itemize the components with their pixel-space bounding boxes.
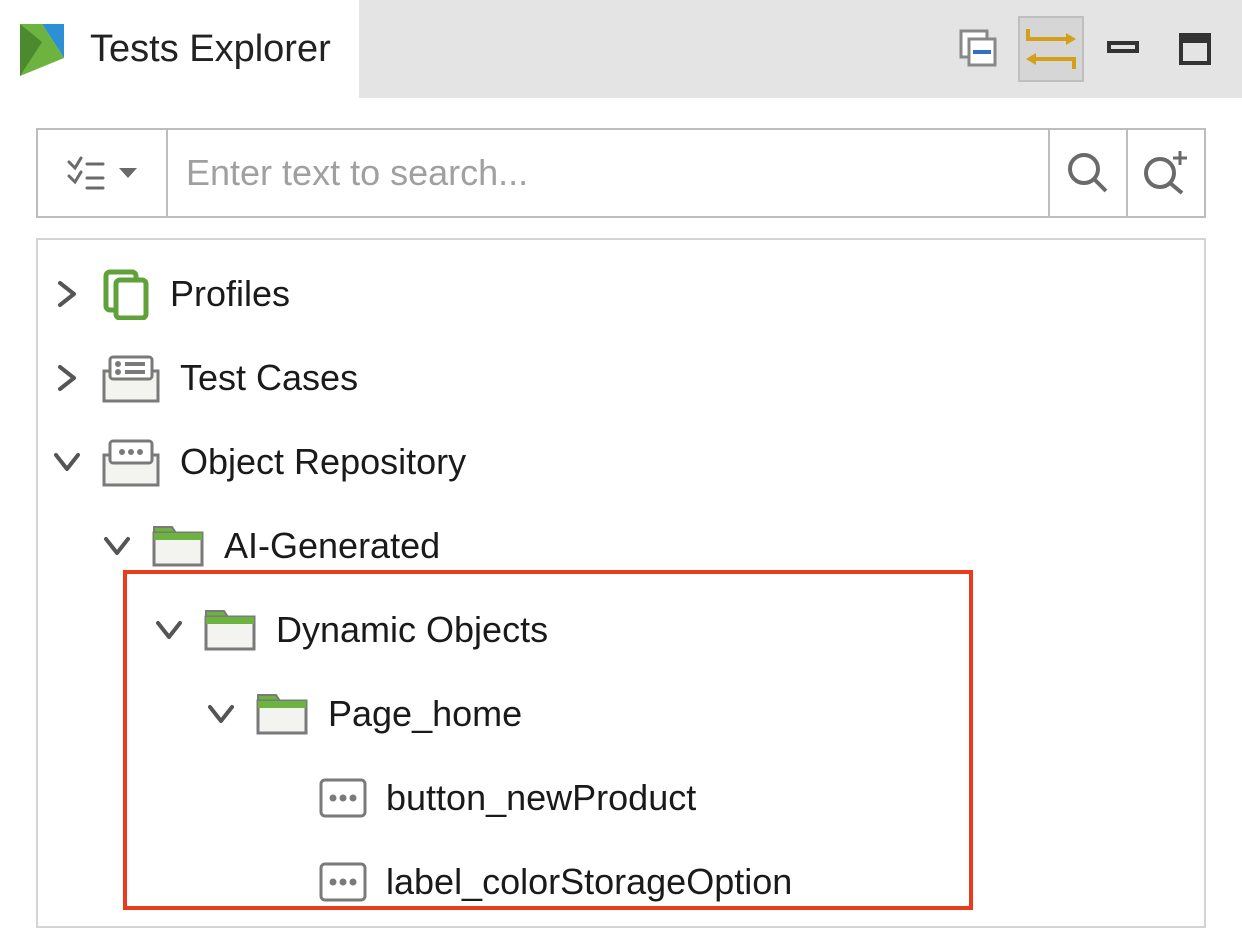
object-icon bbox=[318, 861, 368, 903]
tree-item-label: Test Cases bbox=[180, 357, 358, 399]
tree-item-object-label-colorstorage[interactable]: label_colorStorageOption bbox=[38, 840, 1204, 924]
object-repository-icon bbox=[100, 435, 162, 489]
tree-view: Profiles Test Cases bbox=[36, 238, 1206, 928]
collapse-all-button[interactable] bbox=[946, 16, 1012, 82]
minimize-button[interactable] bbox=[1090, 16, 1156, 82]
tree-item-label: AI-Generated bbox=[224, 525, 440, 567]
folder-icon bbox=[202, 607, 258, 653]
tree-item-page-home[interactable]: Page_home bbox=[38, 672, 1204, 756]
search-bar bbox=[36, 128, 1206, 218]
tree-item-test-cases[interactable]: Test Cases bbox=[38, 336, 1204, 420]
folder-icon bbox=[254, 691, 310, 737]
panel-title: Tests Explorer bbox=[90, 28, 331, 71]
profiles-icon bbox=[100, 268, 152, 320]
chevron-right-icon[interactable] bbox=[52, 279, 82, 309]
panel-tab[interactable]: Tests Explorer bbox=[0, 0, 359, 98]
maximize-button[interactable] bbox=[1162, 16, 1228, 82]
test-cases-icon bbox=[100, 351, 162, 405]
chevron-down-icon[interactable] bbox=[154, 619, 184, 641]
tree-item-profiles[interactable]: Profiles bbox=[38, 252, 1204, 336]
tree-item-label: Profiles bbox=[170, 273, 290, 315]
tree-item-label: Page_home bbox=[328, 693, 522, 735]
tree-item-label: button_newProduct bbox=[386, 777, 696, 819]
tree-item-label: Dynamic Objects bbox=[276, 609, 548, 651]
tree-item-object-repository[interactable]: Object Repository bbox=[38, 420, 1204, 504]
chevron-down-icon[interactable] bbox=[206, 703, 236, 725]
chevron-right-icon[interactable] bbox=[52, 363, 82, 393]
search-button[interactable] bbox=[1048, 130, 1126, 216]
tree-item-dynamic-objects[interactable]: Dynamic Objects bbox=[38, 588, 1204, 672]
dropdown-arrow-icon bbox=[117, 166, 139, 180]
chevron-down-icon[interactable] bbox=[102, 535, 132, 557]
tree-item-label: label_colorStorageOption bbox=[386, 861, 792, 903]
katalon-logo-icon bbox=[18, 22, 68, 76]
search-plus-icon bbox=[1140, 149, 1192, 197]
search-icon bbox=[1064, 149, 1112, 197]
filter-dropdown-button[interactable] bbox=[38, 130, 168, 216]
search-input[interactable] bbox=[168, 130, 1048, 216]
object-icon bbox=[318, 777, 368, 819]
link-editor-button[interactable] bbox=[1018, 16, 1084, 82]
checklist-icon bbox=[65, 152, 107, 194]
chevron-down-icon[interactable] bbox=[52, 451, 82, 473]
tree-item-object-button-newproduct[interactable]: button_newProduct bbox=[38, 756, 1204, 840]
folder-icon bbox=[150, 523, 206, 569]
search-add-button[interactable] bbox=[1126, 130, 1204, 216]
tree-item-ai-generated[interactable]: AI-Generated bbox=[38, 504, 1204, 588]
panel-header: Tests Explorer bbox=[0, 0, 1242, 98]
tree-item-label: Object Repository bbox=[180, 441, 466, 483]
header-toolbar bbox=[946, 0, 1228, 98]
